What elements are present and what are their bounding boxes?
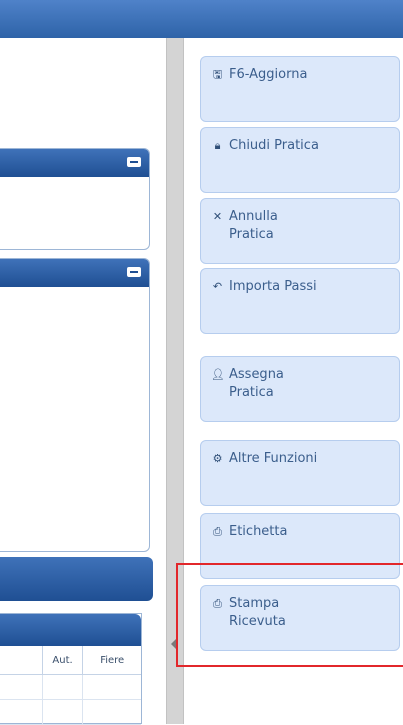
collapse-icon[interactable] <box>127 267 141 277</box>
panel-3-header <box>0 557 153 601</box>
etichetta-button[interactable]: ⎙ Etichetta <box>200 513 400 579</box>
column-header-fiere[interactable]: Fiere <box>82 646 141 674</box>
button-label: F6-Aggiorna <box>229 67 308 82</box>
f6-aggiorna-button[interactable]: 🖫 F6-Aggiorna <box>200 56 400 122</box>
lock-icon: 🔒︎ <box>214 139 221 152</box>
chiudi-pratica-button[interactable]: 🔒︎ Chiudi Pratica <box>200 127 400 193</box>
save-icon: 🖫 <box>212 68 223 81</box>
collapse-arrow-icon[interactable] <box>171 638 177 650</box>
button-label: Importa Passi <box>229 279 317 294</box>
table-header-row: Aut. Fiere <box>0 646 141 675</box>
altre-funzioni-button[interactable]: ⚙ Altre Funzioni <box>200 440 400 506</box>
table-title-bar <box>0 614 141 646</box>
printer-icon: ⎙ <box>213 597 222 610</box>
close-icon: ✕ <box>212 210 223 223</box>
table-row <box>0 675 141 700</box>
data-table: Aut. Fiere <box>0 613 142 725</box>
undo-icon: ↶ <box>212 280 223 293</box>
panel-2 <box>0 258 150 552</box>
column-header-aut[interactable]: Aut. <box>41 646 83 674</box>
button-label: Etichetta <box>229 524 288 539</box>
button-label: Altre Funzioni <box>229 451 318 466</box>
printer-icon: ⎙ <box>213 525 222 538</box>
stampa-ricevuta-button[interactable]: ⎙ Stampa Ricevuta <box>200 585 400 651</box>
button-label: Assegna Pratica <box>229 367 284 400</box>
annulla-pratica-button[interactable]: ✕ Annulla Pratica <box>200 198 400 264</box>
top-bar <box>0 0 403 39</box>
assegna-pratica-button[interactable]: 👤︎ Assegna Pratica <box>200 356 400 422</box>
button-label: Chiudi Pratica <box>229 138 319 153</box>
panel-splitter[interactable] <box>166 38 184 724</box>
button-label: Stampa Ricevuta <box>229 596 286 629</box>
collapse-icon[interactable] <box>127 157 141 167</box>
action-sidebar: 🖫 F6-Aggiorna 🔒︎ Chiudi Pratica ✕ Annulla P… <box>184 38 403 724</box>
importa-passi-button[interactable]: ↶ Importa Passi <box>200 268 400 334</box>
table-row <box>0 700 141 725</box>
gear-icon: ⚙ <box>212 452 223 465</box>
panel-1-header <box>0 149 149 177</box>
user-icon: 👤︎ <box>211 368 225 381</box>
button-label: Annulla Pratica <box>229 209 278 242</box>
panel-1 <box>0 148 150 250</box>
panel-2-header <box>0 259 149 287</box>
